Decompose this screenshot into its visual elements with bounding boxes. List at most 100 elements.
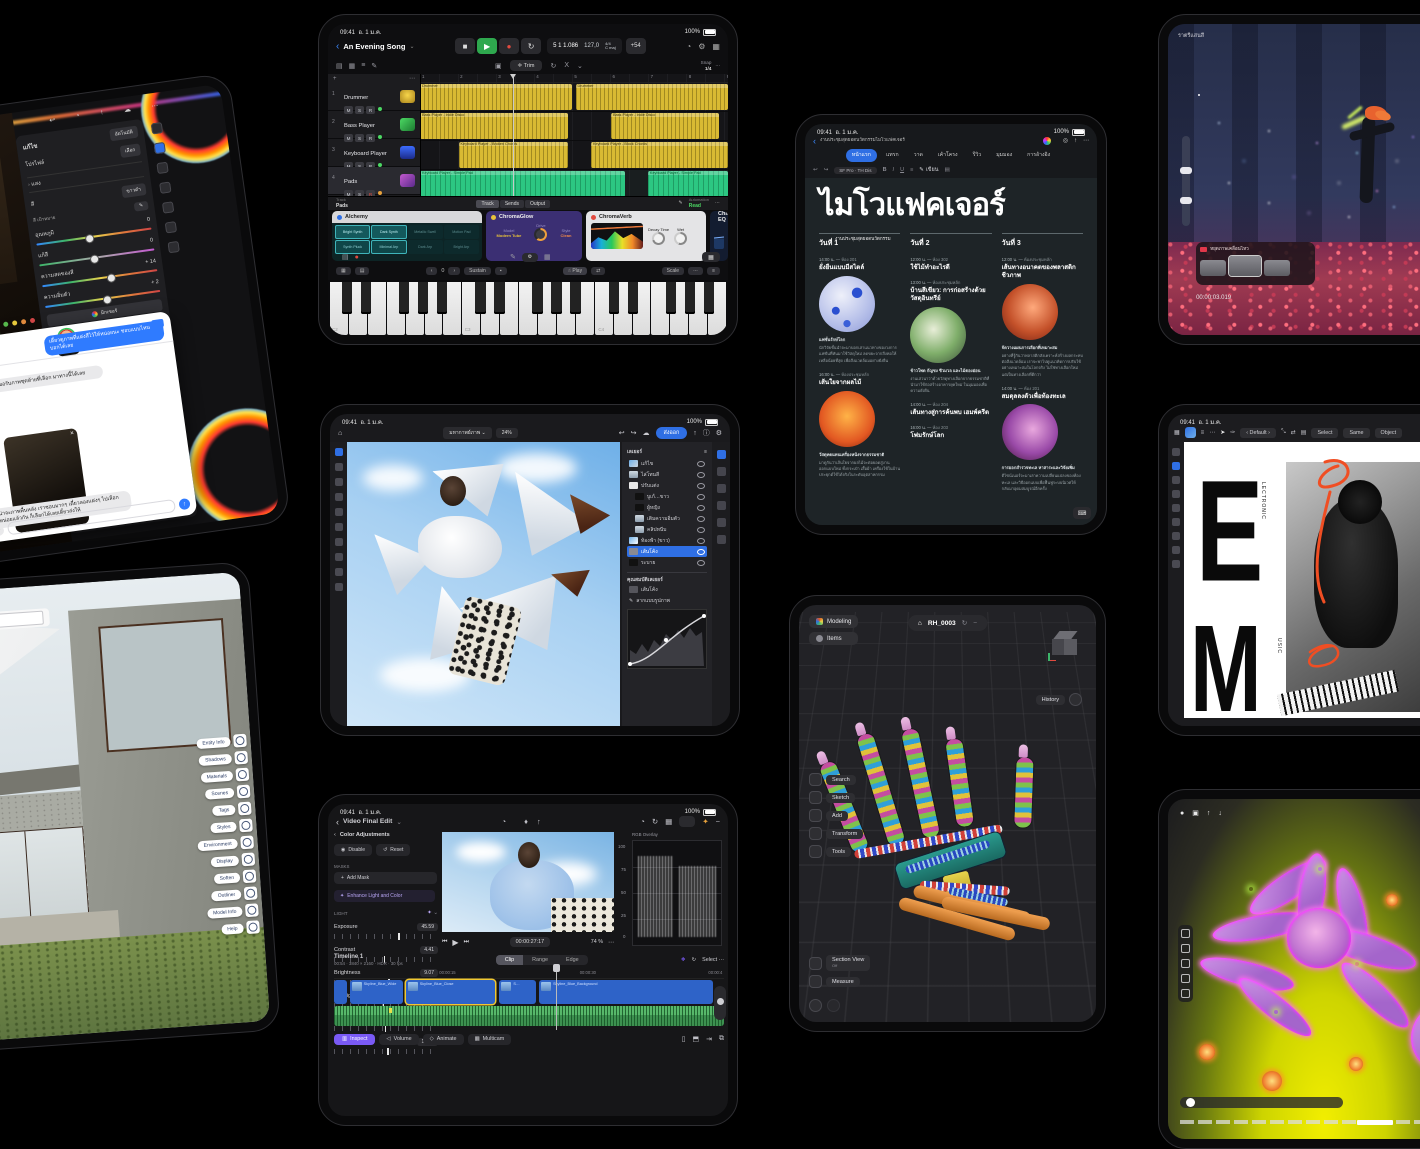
speed-icon[interactable]: ◔ xyxy=(640,817,645,826)
entity-info-button[interactable]: Entity Info xyxy=(196,736,231,748)
visibility-icon[interactable] xyxy=(697,516,705,522)
black-key[interactable] xyxy=(628,282,638,314)
bw-button[interactable]: ขาวดำ xyxy=(121,183,147,198)
more-icon[interactable]: ⋯ xyxy=(715,200,720,206)
send-button[interactable]: ↑ xyxy=(178,498,190,510)
add-icon[interactable] xyxy=(809,809,822,822)
reset-button[interactable]: ↺ Reset xyxy=(376,844,410,856)
count-in-chip[interactable]: +54 xyxy=(626,38,646,54)
export-icon[interactable] xyxy=(717,535,726,544)
lens-icon[interactable] xyxy=(164,221,176,233)
layer-row-selected[interactable]: เส้นโค้ง xyxy=(627,546,707,557)
search-button[interactable]: Search xyxy=(826,775,856,785)
document-chip[interactable]: ⌂RH_0003↻− xyxy=(908,615,987,631)
search-icon[interactable] xyxy=(809,773,822,786)
camera-tool-icon[interactable] xyxy=(1181,929,1190,938)
multicam-button[interactable]: ▦ Multicam xyxy=(468,1034,512,1045)
fill-tool-icon[interactable] xyxy=(1172,518,1180,526)
tab-review[interactable]: รีวิว xyxy=(967,149,988,162)
timeline-ruler[interactable]: 00:00:15 00:00:30 00:00:4 xyxy=(334,970,724,979)
back-icon[interactable]: ‹ xyxy=(336,41,339,52)
loops-icon[interactable]: ≡ xyxy=(361,62,365,69)
track-header-selected[interactable]: 4PadsMSR xyxy=(328,167,420,195)
scenes-icon[interactable] xyxy=(237,785,251,799)
tab-references[interactable]: การอ้างอิง xyxy=(1021,149,1056,162)
visibility-icon[interactable] xyxy=(697,538,705,544)
zoom-chip[interactable]: 24% xyxy=(496,428,518,438)
list-icon[interactable]: ≡ xyxy=(1201,430,1205,436)
mic-icon[interactable]: ♦ xyxy=(524,817,528,826)
measure-icon[interactable] xyxy=(809,975,822,988)
settings-icon[interactable]: ⚙ xyxy=(716,429,722,437)
slider-exposure[interactable]: Exposure45.59 xyxy=(334,923,438,939)
soften-icon[interactable] xyxy=(243,869,257,883)
layer-row[interactable]: แก้ไข xyxy=(627,458,707,469)
back-icon[interactable]: ‹ xyxy=(334,832,336,838)
sync-icon[interactable]: ↻ xyxy=(962,619,968,627)
shadows-icon[interactable] xyxy=(234,751,248,765)
tool-mode-chip[interactable]: ✛ Trim xyxy=(510,60,543,71)
masking-icon[interactable] xyxy=(156,162,168,174)
black-key[interactable] xyxy=(609,282,619,314)
gradient-tool-icon[interactable] xyxy=(335,553,343,561)
gallery-icon[interactable]: ▦ xyxy=(1174,429,1180,436)
stop-button[interactable]: ■ xyxy=(455,38,475,54)
more-icon[interactable]: ⋯ xyxy=(1083,137,1089,144)
add-track-icon[interactable]: + xyxy=(333,76,337,82)
next-frame-icon[interactable]: ⏭ xyxy=(464,939,469,946)
more-icon[interactable]: ⋯ xyxy=(608,939,614,946)
edit-icon[interactable] xyxy=(153,142,165,154)
back-icon[interactable]: ‹ xyxy=(336,817,339,827)
cloud-icon[interactable]: ☁ xyxy=(123,105,131,114)
volume-button[interactable]: ◁ Volume xyxy=(379,1034,418,1045)
tab-insert[interactable]: แทรก xyxy=(880,149,905,162)
tab-view[interactable]: มุมมอง xyxy=(990,149,1018,162)
region[interactable]: Bass Player - Indie Disco xyxy=(420,113,568,139)
layer-row[interactable]: ปรับแต่ง xyxy=(627,480,707,491)
clip-selected[interactable]: Skyline_Blue_Close xyxy=(406,980,496,1004)
visibility-icon[interactable] xyxy=(697,483,705,489)
preset-chip[interactable]: ‹ Default › xyxy=(1240,428,1276,438)
overwrite-icon[interactable]: ↻ xyxy=(692,957,697,963)
help-button[interactable]: Help xyxy=(221,923,244,935)
target-mode[interactable]: สี เป้าหมาย xyxy=(33,215,56,225)
visibility-icon[interactable] xyxy=(697,560,705,566)
drag-handle[interactable]: ≡ xyxy=(707,267,720,275)
piano-keyboard[interactable]: C2 C3 C4 xyxy=(328,280,728,335)
clip[interactable]: Skyline_Blue_Background xyxy=(539,980,713,1004)
timeline-scrubber[interactable] xyxy=(1180,1097,1342,1108)
library-icon[interactable]: ▤ xyxy=(342,253,349,261)
pencil-icon[interactable]: ✎ xyxy=(510,253,516,261)
play-mode-button[interactable]: ☝ Play xyxy=(563,267,587,275)
automation-mode[interactable]: Read xyxy=(689,203,709,209)
visibility-icon[interactable] xyxy=(697,527,705,533)
prev-frame-icon[interactable]: ⏮ xyxy=(442,939,447,946)
editors-icon[interactable]: ▦ xyxy=(349,62,356,70)
glow-model-value[interactable]: Modern Tube xyxy=(497,233,522,238)
bar-ruler[interactable]: 1 2 3 4 5 6 7 8 9 10 11 12 13 14 15 16 1… xyxy=(420,74,728,83)
tab-output[interactable]: Output xyxy=(525,200,550,208)
visibility-icon[interactable] xyxy=(697,549,705,555)
mode-edge[interactable]: Edge xyxy=(557,955,588,965)
cursor-icon[interactable]: ➤ xyxy=(1220,429,1225,436)
track-options-icon[interactable]: ⋯ xyxy=(409,75,415,82)
black-key[interactable] xyxy=(437,282,447,314)
bold-button[interactable]: B xyxy=(883,167,887,173)
visibility-icon[interactable] xyxy=(697,472,705,478)
visibility-icon[interactable] xyxy=(697,505,705,511)
help-icon[interactable]: ⓘ xyxy=(703,428,710,438)
clip[interactable]: Skyline_Blue_Wide xyxy=(350,980,403,1004)
grid-icon[interactable]: ▦ xyxy=(544,253,551,261)
node-tool-icon[interactable] xyxy=(1172,462,1180,470)
region[interactable]: Keyboard Player - Simple Pad xyxy=(420,171,625,197)
black-key[interactable] xyxy=(399,282,409,314)
display-button[interactable]: Display xyxy=(210,855,239,867)
pen-tool-icon[interactable] xyxy=(1172,476,1180,484)
record-flag[interactable]: หยุดภาพเคลื่อนไหว xyxy=(1200,246,1311,253)
region[interactable]: Keyboard Player - Simple Pad xyxy=(648,171,728,197)
crop-tool-icon[interactable] xyxy=(335,568,343,576)
lasso-tool-icon[interactable] xyxy=(335,478,343,486)
history-icon[interactable]: ◔ xyxy=(75,112,80,121)
black-key[interactable] xyxy=(704,282,714,314)
brush-sliders[interactable] xyxy=(1182,136,1190,226)
